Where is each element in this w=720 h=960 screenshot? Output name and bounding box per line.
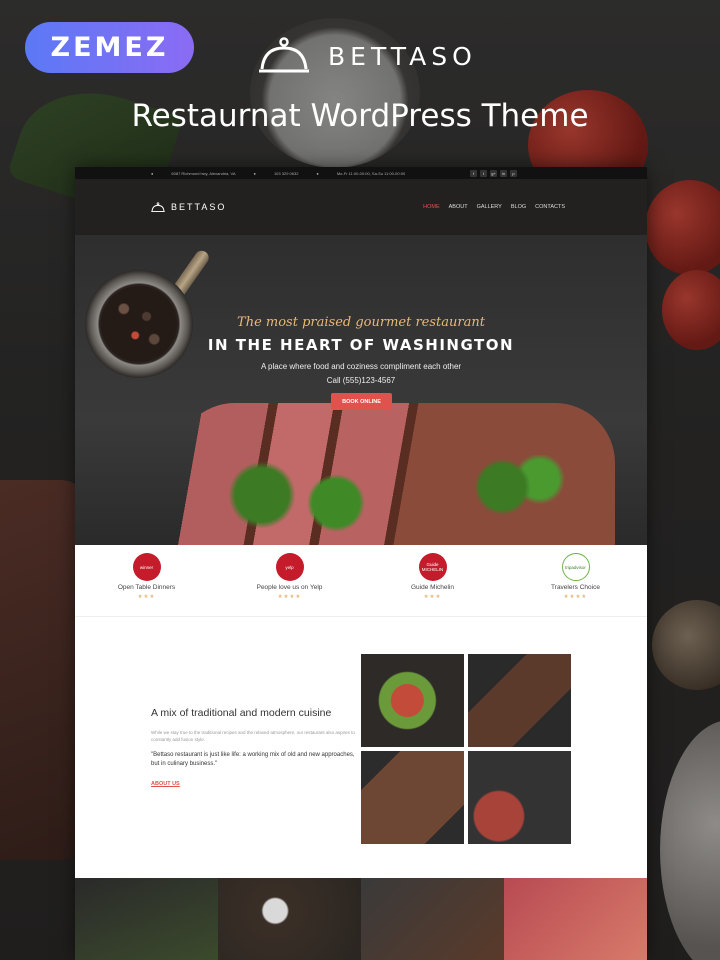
nav-item-home[interactable]: HOME [423, 204, 440, 210]
gallery-image[interactable] [218, 878, 361, 960]
gallery-image[interactable] [467, 750, 571, 844]
about-heading: A mix of traditional and modern cuisine [151, 707, 332, 719]
site-topbar: ● 6087 Richmond hwy, Alexandria, VA ● 10… [75, 167, 647, 179]
awards-strip: winner Open Table Dinners ★★★ yelp Peopl… [75, 545, 647, 617]
award-michelin: Guide MICHELIN Guide Michelin ★★★ [378, 553, 488, 600]
gallery-image[interactable] [361, 750, 464, 844]
phone-icon: ● [253, 170, 256, 176]
twitter-icon[interactable]: t [480, 169, 487, 177]
cloche-icon [151, 201, 165, 212]
bottom-gallery-strip [75, 878, 647, 960]
book-online-button[interactable]: BOOK ONLINE [331, 393, 392, 410]
award-label: Open Table Dinners [117, 584, 176, 591]
winner-badge-icon: winner [132, 553, 161, 581]
yelp-badge-icon: yelp [275, 553, 304, 581]
hero-phone[interactable]: Call (555)123-4567 [75, 376, 647, 385]
website-preview: ● 6087 Richmond hwy, Alexandria, VA ● 10… [75, 167, 647, 960]
award-stars: ★★★ [137, 594, 156, 600]
nav-item-gallery[interactable]: GALLERY [477, 204, 502, 210]
cloche-icon [259, 37, 309, 73]
award-tripadvisor: tripadvisor Travelers Choice ★★★★ [521, 553, 631, 600]
google-plus-icon[interactable]: g+ [490, 169, 497, 177]
food-gallery-grid [361, 654, 571, 844]
award-stars: ★★★★ [277, 594, 302, 600]
award-stars: ★★★ [423, 594, 442, 600]
tripadvisor-badge-icon: tripadvisor [561, 553, 590, 581]
zemez-logo-badge[interactable]: ZEMEZ [25, 22, 194, 73]
gallery-image[interactable] [361, 654, 464, 747]
nav-menu: HOME ABOUT GALLERY BLOG CONTACTS [423, 204, 565, 210]
zemez-logo-text: ZEMEZ [50, 32, 169, 63]
pinterest-icon[interactable]: p [510, 169, 517, 177]
gallery-image[interactable] [504, 878, 647, 960]
gallery-image[interactable] [75, 878, 218, 960]
gallery-image[interactable] [467, 654, 571, 747]
nav-item-blog[interactable]: BLOG [511, 204, 526, 210]
herbs [225, 455, 595, 535]
award-yelp: yelp People love us on Yelp ★★★★ [235, 553, 345, 600]
topbar-phone[interactable]: 103 329 0632 [274, 171, 298, 176]
linkedin-icon[interactable]: in [500, 169, 507, 177]
hero-section: The most praised gourmet restaurant IN T… [75, 235, 647, 545]
about-us-link[interactable]: ABOUT US [151, 781, 180, 787]
facebook-icon[interactable]: f [470, 169, 477, 177]
award-label: Travelers Choice [551, 584, 600, 591]
site-nav: BETTASO HOME ABOUT GALLERY BLOG CONTACTS [75, 179, 647, 235]
award-label: Guide Michelin [411, 584, 454, 591]
hero-title: IN THE HEART OF WASHINGTON [207, 336, 515, 354]
topbar-hours: Mo-Fr 11:00-00:00, Sa-Su 11:00-00:00 [336, 170, 406, 176]
clock-icon: ● [316, 170, 319, 176]
topbar-address: 6087 Richmond hwy, Alexandria, VA [171, 170, 236, 176]
about-quote: "Bettaso restaurant is just like life: a… [151, 752, 355, 767]
site-logo-text: BETTASO [171, 202, 227, 212]
gallery-image[interactable] [361, 878, 504, 960]
brand-name: BETTASO [328, 41, 477, 71]
about-body: While we stay true to the traditional re… [151, 730, 355, 742]
site-logo[interactable]: BETTASO [151, 201, 227, 213]
hero-tagline: The most praised gourmet restaurant [237, 315, 485, 330]
about-section: A mix of traditional and modern cuisine … [151, 707, 361, 790]
nav-item-about[interactable]: ABOUT [449, 204, 468, 210]
bettaso-brand: BETTASO [258, 36, 477, 76]
award-label: People love us on Yelp [256, 584, 323, 591]
map-pin-icon: ● [151, 170, 154, 176]
social-links: f t g+ in p [470, 169, 517, 177]
hero-subtitle: A place where food and coziness complime… [260, 362, 462, 371]
michelin-badge-icon: Guide MICHELIN [418, 553, 447, 581]
nav-item-contacts[interactable]: CONTACTS [535, 204, 565, 210]
award-stars: ★★★★ [563, 594, 588, 600]
award-open-table: winner Open Table Dinners ★★★ [92, 553, 202, 600]
page-headline: Restaurnat WordPress Theme [131, 98, 589, 134]
